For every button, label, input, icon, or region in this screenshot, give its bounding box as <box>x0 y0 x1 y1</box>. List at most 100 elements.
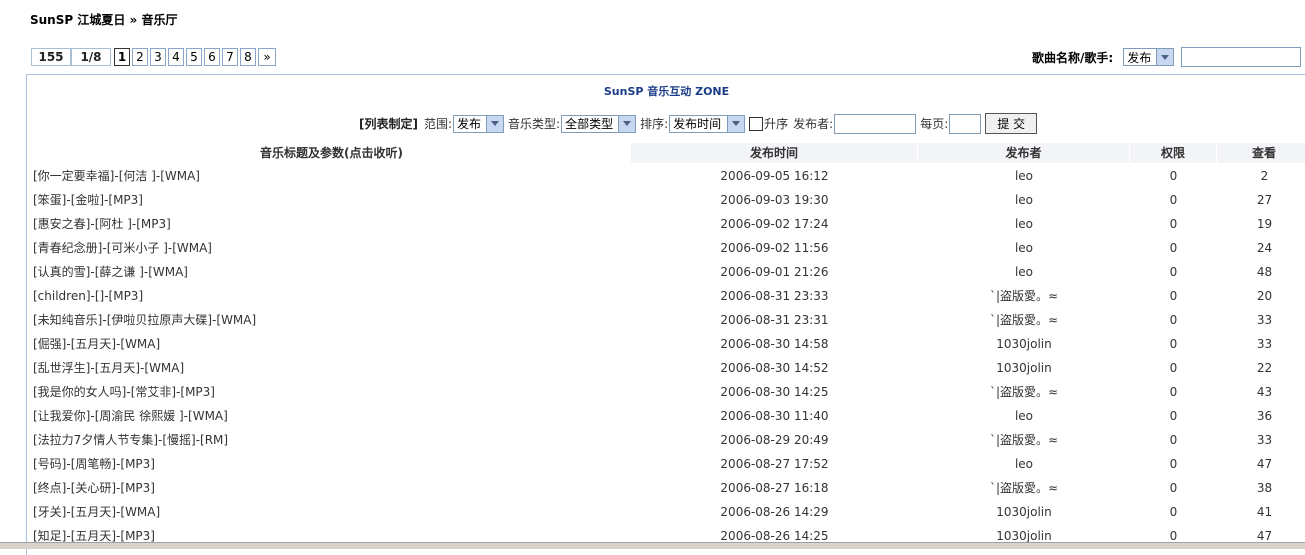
page-link-5[interactable]: 5 <box>186 48 202 66</box>
next-page-button[interactable]: » <box>258 48 276 66</box>
publish-time: 2006-08-30 14:58 <box>720 337 829 351</box>
publisher[interactable]: leo <box>918 164 1130 188</box>
ascending-checkbox[interactable] <box>749 116 764 131</box>
page-link-3[interactable]: 3 <box>150 48 166 66</box>
publish-time: 2006-08-30 14:52 <box>720 361 829 375</box>
permission: 0 <box>1169 361 1178 375</box>
sort-select[interactable]: 发布时间 <box>669 114 746 133</box>
submit-button[interactable]: 提 交 <box>985 113 1038 134</box>
ascending-label: 升序 <box>764 117 789 131</box>
publish-time: 2006-08-31 23:33 <box>720 289 829 303</box>
publisher-input[interactable] <box>834 113 917 134</box>
publish-time: 2006-08-29 20:49 <box>720 433 829 447</box>
song-title-link[interactable]: [children]-[]-[MP3] <box>27 284 631 308</box>
view-count: 19 <box>1256 217 1273 231</box>
table-row: [法拉力7夕情人节专集]-[慢摇]-[RM] 2006-08-29 20:49 `|… <box>27 428 1305 452</box>
search-scope-select[interactable]: 发布 <box>1123 48 1175 66</box>
publish-time: 2006-08-30 11:40 <box>720 409 829 423</box>
song-title-link[interactable]: [让我爱你]-[周渝民 徐熙媛 ]-[WMA] <box>27 404 631 428</box>
publish-time: 2006-09-02 11:56 <box>720 241 829 255</box>
view-count: 33 <box>1256 313 1273 327</box>
publisher[interactable]: 1030jolin <box>918 356 1130 380</box>
publish-time: 2006-08-27 16:18 <box>720 481 829 495</box>
per-page-input[interactable] <box>949 113 982 134</box>
per-page-label: 每页: <box>920 117 949 131</box>
page-link-7[interactable]: 7 <box>222 48 238 66</box>
publish-time: 2006-09-02 17:24 <box>720 217 829 231</box>
permission: 0 <box>1169 289 1178 303</box>
music-list: [你一定要幸福]-[何洁 ]-[WMA] 2006-09-05 16:12 leo 0… <box>27 164 1305 548</box>
permission: 0 <box>1169 337 1178 351</box>
song-title-link[interactable]: [乱世浮生]-[五月天]-[WMA] <box>27 356 631 380</box>
song-title-link[interactable]: [你一定要幸福]-[何洁 ]-[WMA] <box>27 164 631 188</box>
range-select[interactable]: 发布 <box>453 114 505 133</box>
publisher[interactable]: 1030jolin <box>918 500 1130 524</box>
publisher[interactable]: 1030jolin <box>918 332 1130 356</box>
music-type-select[interactable]: 全部类型 <box>561 114 637 133</box>
view-count: 43 <box>1256 385 1273 399</box>
search-label: 歌曲名称/歌手: <box>1032 50 1114 65</box>
publisher[interactable]: leo <box>918 236 1130 260</box>
page-link-2[interactable]: 2 <box>132 48 148 66</box>
range-value: 发布 <box>457 117 482 131</box>
song-title-link[interactable]: [惠安之春]-[阿杜 ]-[MP3] <box>27 212 631 236</box>
page-link-1[interactable]: 1 <box>114 48 130 66</box>
view-count: 33 <box>1256 433 1273 447</box>
view-count: 47 <box>1256 457 1273 471</box>
page-link-8[interactable]: 8 <box>240 48 256 66</box>
breadcrumb-site-link[interactable]: SunSP 江城夏日 <box>30 13 125 27</box>
view-count: 41 <box>1256 505 1273 519</box>
permission: 0 <box>1169 193 1178 207</box>
search-input[interactable] <box>1181 47 1302 67</box>
publisher[interactable]: leo <box>918 212 1130 236</box>
table-row: [乱世浮生]-[五月天]-[WMA] 2006-08-30 14:52 1030jo… <box>27 356 1305 380</box>
panel-title: SunSP 音乐互动 ZONE <box>603 85 730 98</box>
publisher[interactable]: `|盗版愛。≈ <box>918 428 1130 452</box>
page-link-4[interactable]: 4 <box>168 48 184 66</box>
song-title-link[interactable]: [终点]-[关心研]-[MP3] <box>27 476 631 500</box>
song-title-link[interactable]: [未知纯音乐]-[伊啦贝拉原声大碟]-[WMA] <box>27 308 631 332</box>
permission: 0 <box>1169 481 1178 495</box>
filter-heading: [列表制定] <box>359 117 418 131</box>
table-row: [青春纪念册]-[可米小子 ]-[WMA] 2006-09-02 11:56 leo… <box>27 236 1305 260</box>
table-row: [牙关]-[五月天]-[WMA] 2006-08-26 14:29 1030joli… <box>27 500 1305 524</box>
song-search: 歌曲名称/歌手: 发布 <box>1032 47 1302 67</box>
song-title-link[interactable]: [倔强]-[五月天]-[WMA] <box>27 332 631 356</box>
search-scope-value: 发布 <box>1127 50 1152 65</box>
publisher[interactable]: `|盗版愛。≈ <box>918 476 1130 500</box>
breadcrumb: SunSP 江城夏日 » 音乐厅 <box>30 11 177 28</box>
publisher[interactable]: leo <box>918 452 1130 476</box>
table-row: [我是你的女人吗]-[常艾非]-[MP3] 2006-08-30 14:25 `|盗… <box>27 380 1305 404</box>
table-row: [children]-[]-[MP3] 2006-08-31 23:33 `|盗版愛… <box>27 284 1305 308</box>
publish-time: 2006-08-31 23:31 <box>720 313 829 327</box>
table-row: [倔强]-[五月天]-[WMA] 2006-08-30 14:58 1030joli… <box>27 332 1305 356</box>
permission: 0 <box>1169 241 1178 255</box>
song-title-link[interactable]: [青春纪念册]-[可米小子 ]-[WMA] <box>27 236 631 260</box>
view-count: 48 <box>1256 265 1273 279</box>
song-title-link[interactable]: [认真的雪]-[薛之谦 ]-[WMA] <box>27 260 631 284</box>
type-label: 音乐类型: <box>508 117 561 131</box>
publisher[interactable]: leo <box>918 188 1130 212</box>
song-title-link[interactable]: [号码]-[周笔畅]-[MP3] <box>27 452 631 476</box>
total-count: 155 <box>31 48 71 66</box>
chevron-down-icon <box>618 115 636 132</box>
song-title-link[interactable]: [笨蛋]-[金啦]-[MP3] <box>27 188 631 212</box>
publisher[interactable]: `|盗版愛。≈ <box>918 284 1130 308</box>
publisher[interactable]: `|盗版愛。≈ <box>918 380 1130 404</box>
view-count: 36 <box>1256 409 1273 423</box>
page-link-6[interactable]: 6 <box>204 48 220 66</box>
publisher[interactable]: leo <box>918 404 1130 428</box>
publisher[interactable]: leo <box>918 260 1130 284</box>
music-type-value: 全部类型 <box>565 117 614 131</box>
song-title-link[interactable]: [牙关]-[五月天]-[WMA] <box>27 500 631 524</box>
permission: 0 <box>1169 385 1178 399</box>
song-title-link[interactable]: [我是你的女人吗]-[常艾非]-[MP3] <box>27 380 631 404</box>
table-row: [你一定要幸福]-[何洁 ]-[WMA] 2006-09-05 16:12 leo 0… <box>27 164 1305 188</box>
publisher[interactable]: `|盗版愛。≈ <box>918 308 1130 332</box>
permission: 0 <box>1169 409 1178 423</box>
view-count: 33 <box>1256 337 1273 351</box>
table-header: 音乐标题及参数(点击收听) 发布时间 发布者 权限 查看 <box>27 143 1305 163</box>
page-indicator: 1/8 <box>71 48 111 66</box>
permission: 0 <box>1169 433 1178 447</box>
song-title-link[interactable]: [法拉力7夕情人节专集]-[慢摇]-[RM] <box>27 428 631 452</box>
